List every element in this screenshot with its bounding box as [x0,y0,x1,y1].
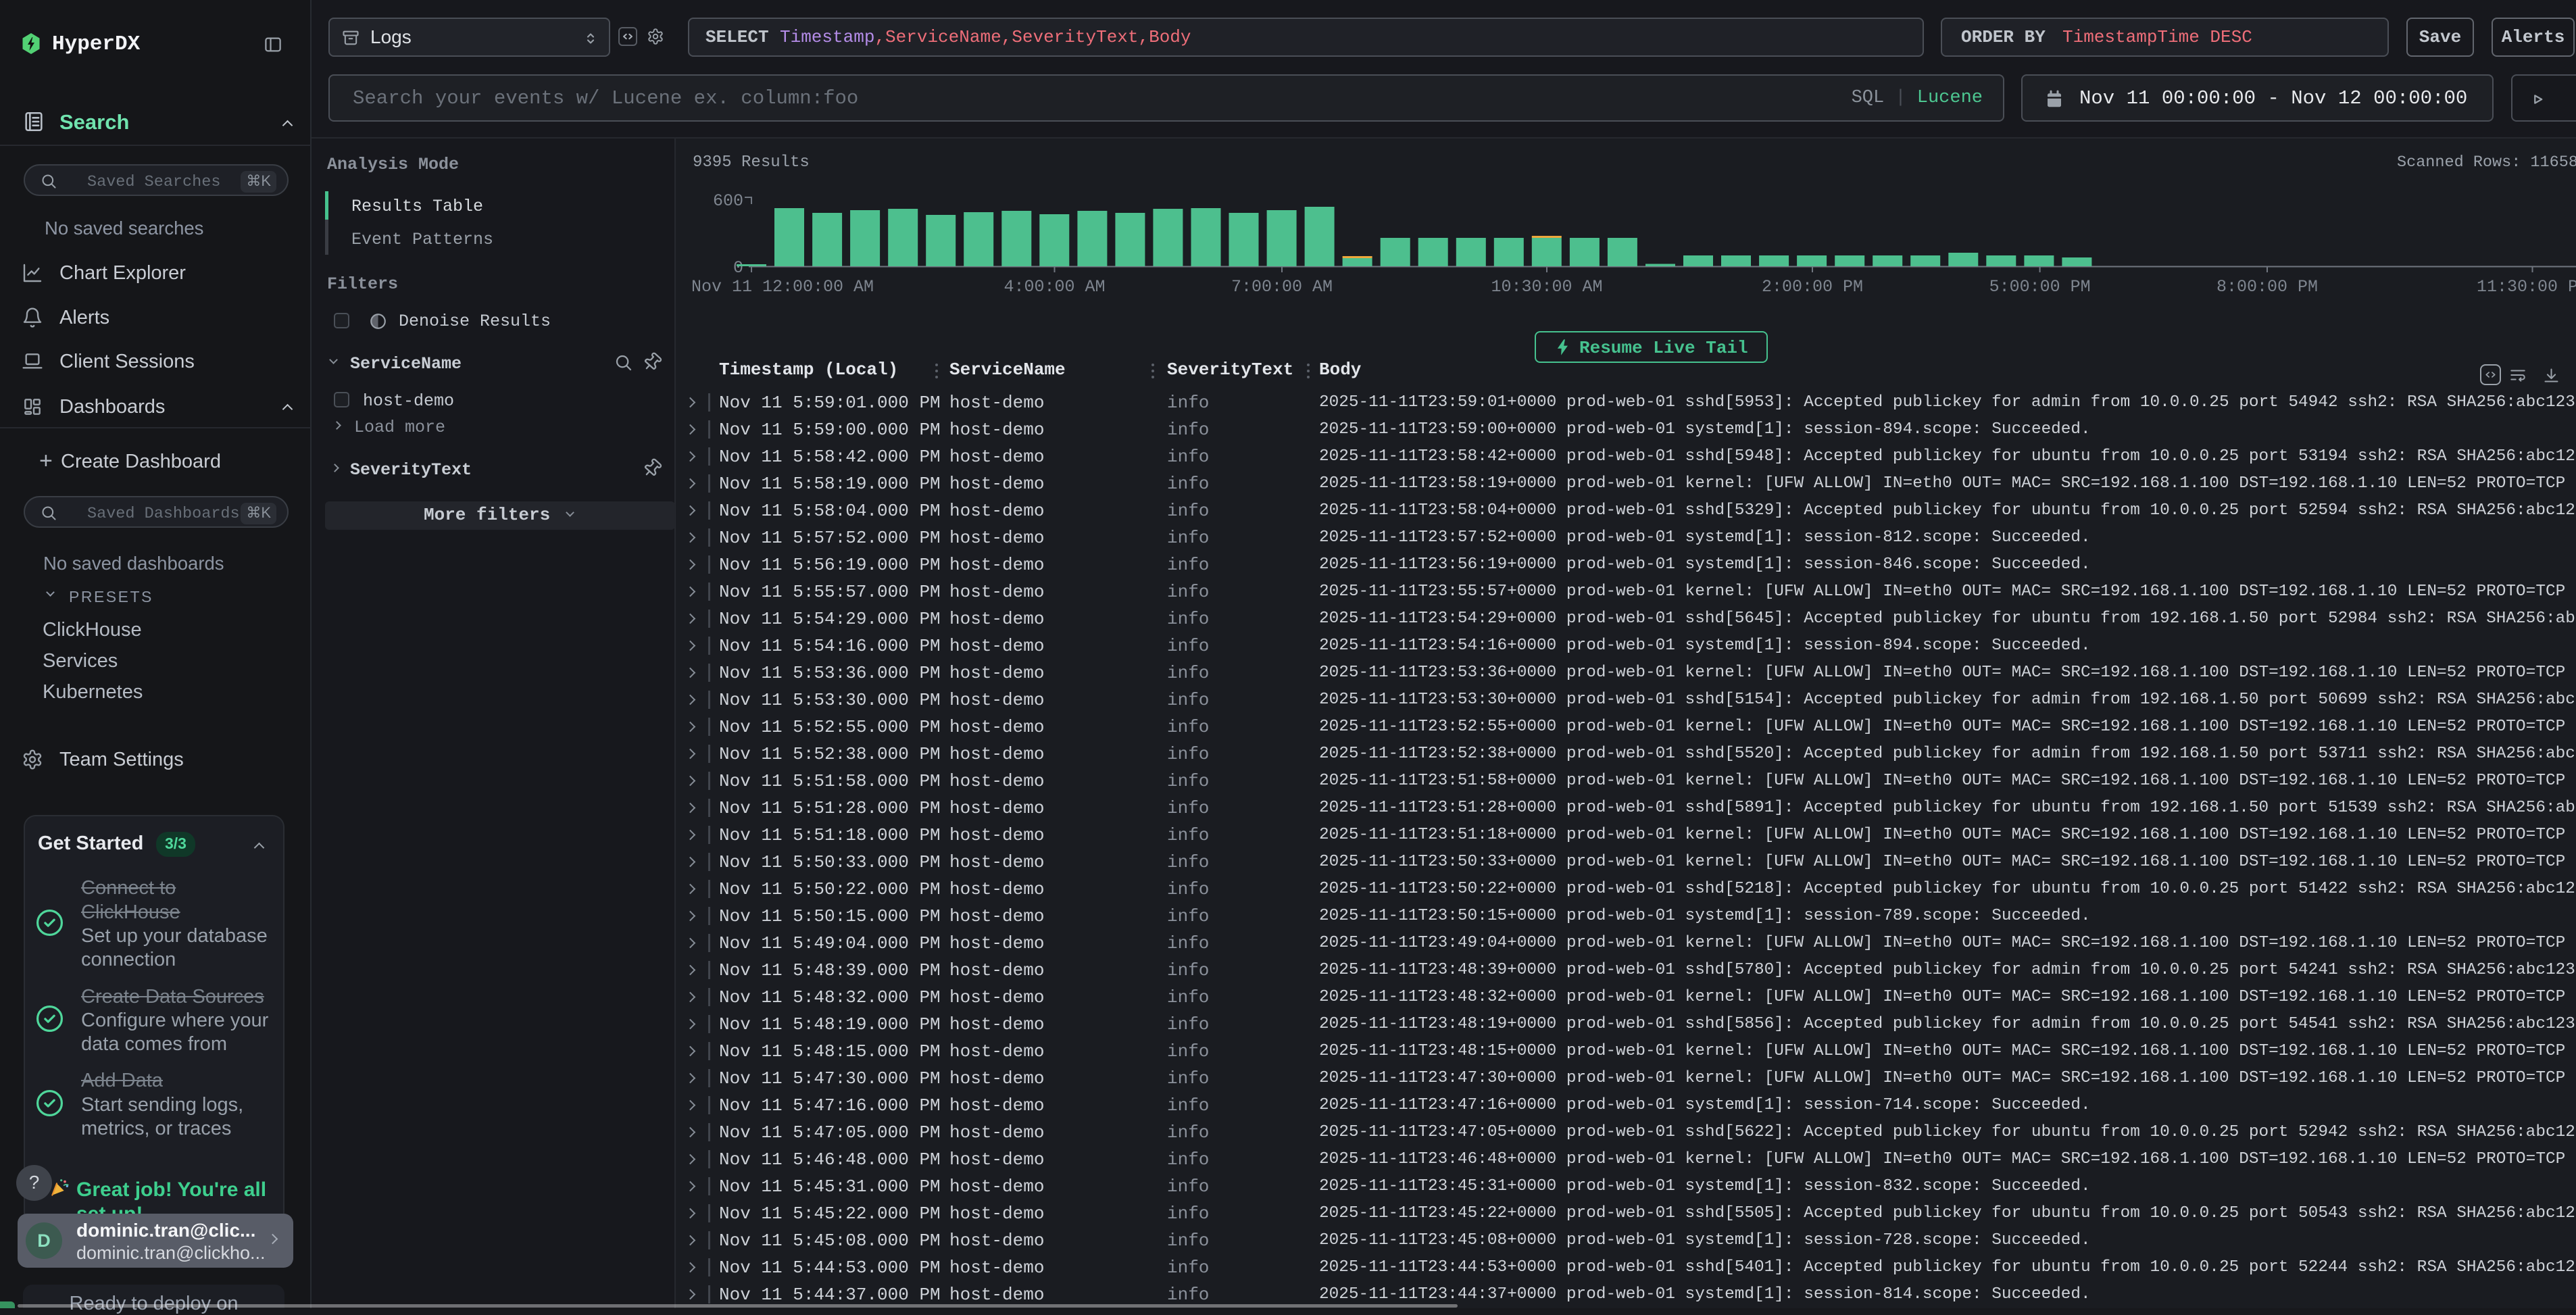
svg-text:11:30:00 PM: 11:30:00 PM [2477,277,2576,297]
svg-text:Nov 11 12:00:00 AM: Nov 11 12:00:00 AM [691,277,874,297]
svg-text:4:00:00 AM: 4:00:00 AM [1004,277,1105,297]
svg-text:5:00:00 PM: 5:00:00 PM [1989,277,2091,297]
svg-text:0: 0 [733,258,743,278]
svg-text:600: 600 [713,191,743,211]
svg-text:2:00:00 PM: 2:00:00 PM [1762,277,1863,297]
svg-text:7:00:00 AM: 7:00:00 AM [1231,277,1333,297]
svg-text:10:30:00 AM: 10:30:00 AM [1491,277,1602,297]
svg-text:8:00:00 PM: 8:00:00 PM [2216,277,2318,297]
